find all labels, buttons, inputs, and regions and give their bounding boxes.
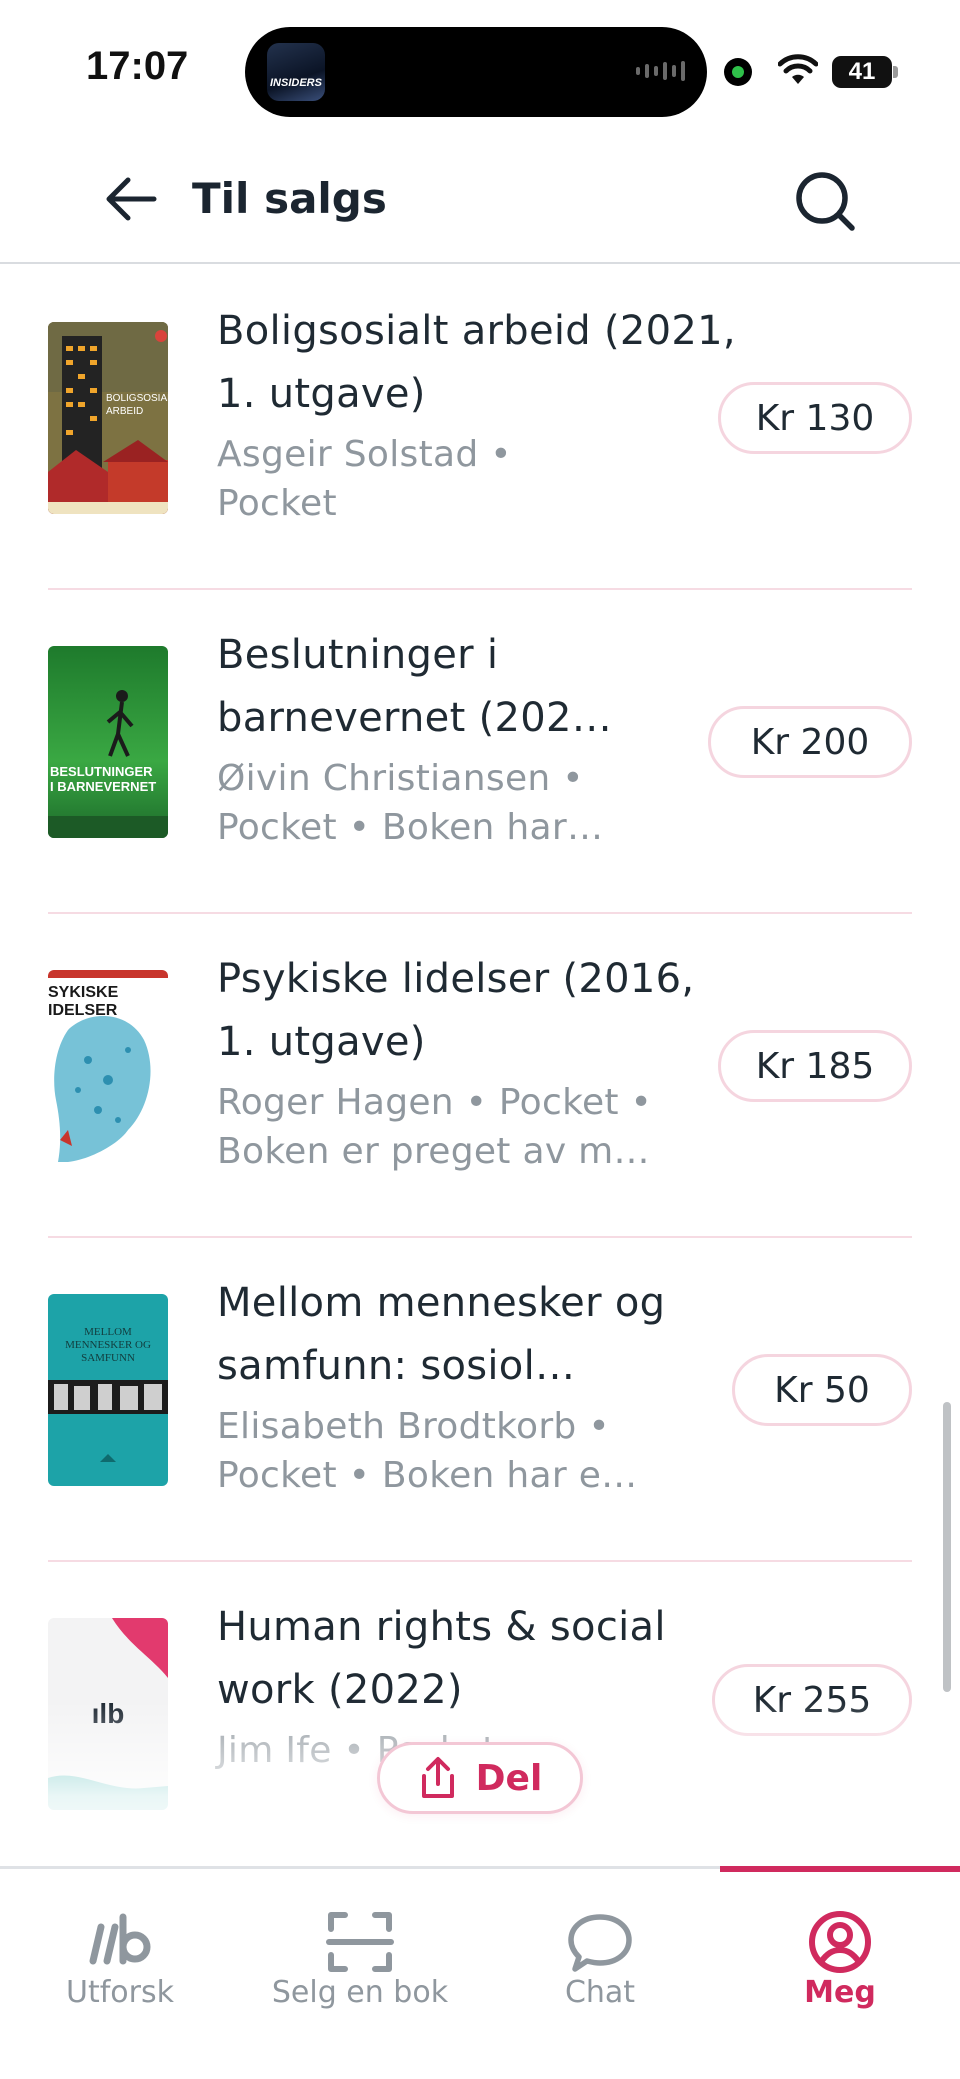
tab-chat[interactable]: Chat	[480, 1869, 720, 2079]
scan-icon	[326, 1912, 394, 1972]
cover-title: MELLOM MENNESKER OG SAMFUNN	[65, 1326, 151, 1364]
tab-selg-en-bok[interactable]: Selg en bok	[240, 1869, 480, 2079]
search-icon[interactable]	[790, 166, 860, 236]
book-cover: ılb	[48, 1618, 168, 1810]
list-item[interactable]: BOLIGSOSIALT ARBEID Boligsosialt arbeid …	[48, 266, 912, 590]
listing-title[interactable]: Mellom mennesker og samfunn: sosiol…	[217, 1272, 737, 1398]
list-item[interactable]: BESLUTNINGER I BARNEVERNET Beslutninger …	[48, 590, 912, 914]
listing-meta: Øivin Christiansen • Pocket • Boken har…	[217, 758, 604, 848]
list-item[interactable]: SYKISKE IDELSER Psykiske lidelser (2016,…	[48, 914, 912, 1238]
dynamic-island: INSIDERS	[245, 27, 707, 117]
listing-title[interactable]: Human rights & social work (2022)	[217, 1596, 737, 1722]
listing-meta: Elisabeth Brodtkorb • Pocket • Boken har…	[217, 1406, 638, 1496]
wifi-icon	[778, 54, 818, 84]
cover-title: SYKISKE IDELSER	[48, 984, 119, 1019]
scrollbar[interactable]	[943, 1402, 951, 1692]
book-cover: MELLOM MENNESKER OG SAMFUNN	[48, 1294, 168, 1486]
listing-title[interactable]: Psykiske lidelser (2016, 1. utgave)	[217, 948, 737, 1074]
list-item[interactable]: MELLOM MENNESKER OG SAMFUNN Mellom menne…	[48, 1238, 912, 1562]
bottom-tab-bar: Utforsk Selg en bok Chat Meg	[0, 1866, 960, 2079]
battery-icon: 41	[832, 56, 892, 88]
listing-meta: Asgeir Solstad • Pocket	[217, 434, 512, 524]
tab-label: Chat	[564, 1975, 636, 2010]
price-badge[interactable]: Kr 255	[712, 1664, 912, 1736]
listing-title[interactable]: Beslutninger i barnevernet (202…	[217, 624, 737, 750]
share-button[interactable]: Del	[377, 1742, 583, 1814]
tab-label: Utforsk	[66, 1975, 174, 2010]
app-header: Til salgs	[0, 130, 960, 264]
share-label: Del	[475, 1757, 543, 1799]
price-badge[interactable]: Kr 50	[732, 1354, 912, 1426]
status-bar: 17:07 INSIDERS 41	[0, 0, 960, 130]
book-cover: BESLUTNINGER I BARNEVERNET	[48, 646, 168, 838]
tab-meg[interactable]: Meg	[720, 1869, 960, 2079]
cover-title: BESLUTNINGER I BARNEVERNET	[50, 764, 157, 794]
book-cover: BOLIGSOSIALT ARBEID	[48, 322, 168, 514]
tab-utforsk[interactable]: Utforsk	[0, 1869, 240, 2079]
listing-meta: Roger Hagen • Pocket • Boken er preget a…	[217, 1082, 653, 1172]
list-item[interactable]: ılb Human rights & social work (2022) Ji…	[48, 1562, 912, 1866]
profile-icon	[809, 1911, 871, 1973]
listing-list[interactable]: BOLIGSOSIALT ARBEID Boligsosialt arbeid …	[0, 266, 960, 1866]
audio-waveform-icon	[636, 61, 685, 81]
cover-title: ılb	[91, 1698, 125, 1729]
camera-indicator-icon	[724, 58, 752, 86]
cover-title: BOLIGSOSIALT ARBEID	[106, 393, 168, 417]
page-title: Til salgs	[192, 174, 387, 223]
battery-cap	[893, 66, 898, 78]
arrow-left-icon[interactable]	[102, 170, 160, 228]
tab-label: Selg en bok	[271, 1975, 449, 2010]
battery-level: 41	[848, 58, 876, 85]
status-time: 17:07	[86, 44, 189, 88]
book-cover: SYKISKE IDELSER	[48, 970, 168, 1162]
price-badge[interactable]: Kr 130	[718, 382, 912, 454]
price-badge[interactable]: Kr 185	[718, 1030, 912, 1102]
share-icon	[421, 1757, 454, 1798]
now-playing-artwork: INSIDERS	[267, 43, 325, 101]
tab-label: Meg	[804, 1975, 876, 2010]
logo-icon	[89, 1913, 151, 1965]
price-badge[interactable]: Kr 200	[708, 706, 912, 778]
listing-title[interactable]: Boligsosialt arbeid (2021, 1. utgave)	[217, 300, 737, 426]
chat-bubble-icon	[568, 1914, 632, 1972]
